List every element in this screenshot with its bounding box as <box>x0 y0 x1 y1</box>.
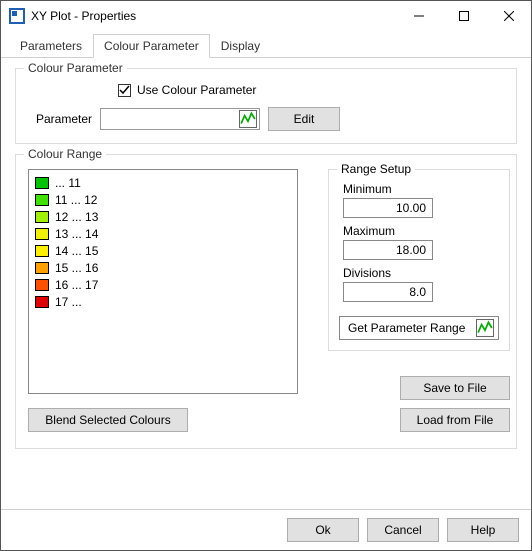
edit-button[interactable]: Edit <box>268 107 340 131</box>
button-label: Get Parameter Range <box>348 321 465 335</box>
colour-swatch <box>35 262 49 274</box>
divisions-input[interactable]: 8.0 <box>343 282 433 302</box>
list-item[interactable]: 16 ... 17 <box>35 276 291 293</box>
load-from-file-button[interactable]: Load from File <box>400 408 510 432</box>
range-label: 11 ... 12 <box>55 193 97 207</box>
list-item[interactable]: ... 11 <box>35 174 291 191</box>
tab-parameters[interactable]: Parameters <box>9 34 93 58</box>
minimum-input[interactable]: 10.00 <box>343 198 433 218</box>
list-item[interactable]: 14 ... 15 <box>35 242 291 259</box>
window-title: XY Plot - Properties <box>31 9 396 23</box>
parameter-input[interactable] <box>100 108 260 130</box>
maximum-input[interactable]: 18.00 <box>343 240 433 260</box>
list-item[interactable]: 13 ... 14 <box>35 225 291 242</box>
parameter-label: Parameter <box>28 112 92 126</box>
app-icon <box>9 8 25 24</box>
minimize-button[interactable] <box>396 1 441 31</box>
group-legend: Colour Range <box>24 147 106 161</box>
list-item[interactable]: 17 ... <box>35 293 291 310</box>
range-label: 15 ... 16 <box>55 261 98 275</box>
dialog-window: XY Plot - Properties Parameters Colour P… <box>0 0 532 551</box>
colour-swatch <box>35 296 49 308</box>
maximum-label: Maximum <box>343 224 499 238</box>
parameter-picker-icon[interactable] <box>239 110 257 128</box>
checkbox-icon <box>118 84 131 97</box>
title-bar: XY Plot - Properties <box>1 1 531 31</box>
colour-swatch <box>35 211 49 223</box>
minimum-label: Minimum <box>343 182 499 196</box>
use-colour-parameter-checkbox[interactable]: Use Colour Parameter <box>118 83 256 97</box>
range-label: 14 ... 15 <box>55 244 98 258</box>
help-button[interactable]: Help <box>447 518 519 542</box>
get-parameter-range-button[interactable]: Get Parameter Range <box>339 316 499 340</box>
colour-range-list[interactable]: ... 11 11 ... 12 12 ... 13 13 ... 14 14 … <box>28 169 298 394</box>
colour-range-group: Colour Range ... 11 11 ... 12 12 ... 13 … <box>15 154 517 449</box>
list-item[interactable]: 11 ... 12 <box>35 191 291 208</box>
close-button[interactable] <box>486 1 531 31</box>
maximize-button[interactable] <box>441 1 486 31</box>
range-label: 12 ... 13 <box>55 210 98 224</box>
group-legend: Range Setup <box>337 162 415 176</box>
tab-colour-parameter[interactable]: Colour Parameter <box>93 34 210 58</box>
colour-swatch <box>35 194 49 206</box>
blend-button[interactable]: Blend Selected Colours <box>28 408 188 432</box>
cancel-button[interactable]: Cancel <box>367 518 439 542</box>
range-label: ... 11 <box>55 176 81 190</box>
colour-parameter-group: Colour Parameter Use Colour Parameter Pa… <box>15 68 517 144</box>
dialog-footer: Ok Cancel Help <box>1 509 531 550</box>
ok-button[interactable]: Ok <box>287 518 359 542</box>
range-setup-group: Range Setup Minimum 10.00 Maximum 18.00 … <box>328 169 510 351</box>
range-label: 16 ... 17 <box>55 278 98 292</box>
range-label: 17 ... <box>55 295 82 309</box>
group-legend: Colour Parameter <box>24 61 127 75</box>
divisions-label: Divisions <box>343 266 499 280</box>
checkbox-label: Use Colour Parameter <box>137 83 256 97</box>
list-item[interactable]: 12 ... 13 <box>35 208 291 225</box>
tab-display[interactable]: Display <box>210 34 271 58</box>
colour-swatch <box>35 177 49 189</box>
tab-bar: Parameters Colour Parameter Display <box>1 31 531 58</box>
parameter-picker-icon <box>476 319 494 337</box>
colour-swatch <box>35 228 49 240</box>
list-item[interactable]: 15 ... 16 <box>35 259 291 276</box>
range-label: 13 ... 14 <box>55 227 98 241</box>
colour-swatch <box>35 245 49 257</box>
save-to-file-button[interactable]: Save to File <box>400 376 510 400</box>
colour-swatch <box>35 279 49 291</box>
